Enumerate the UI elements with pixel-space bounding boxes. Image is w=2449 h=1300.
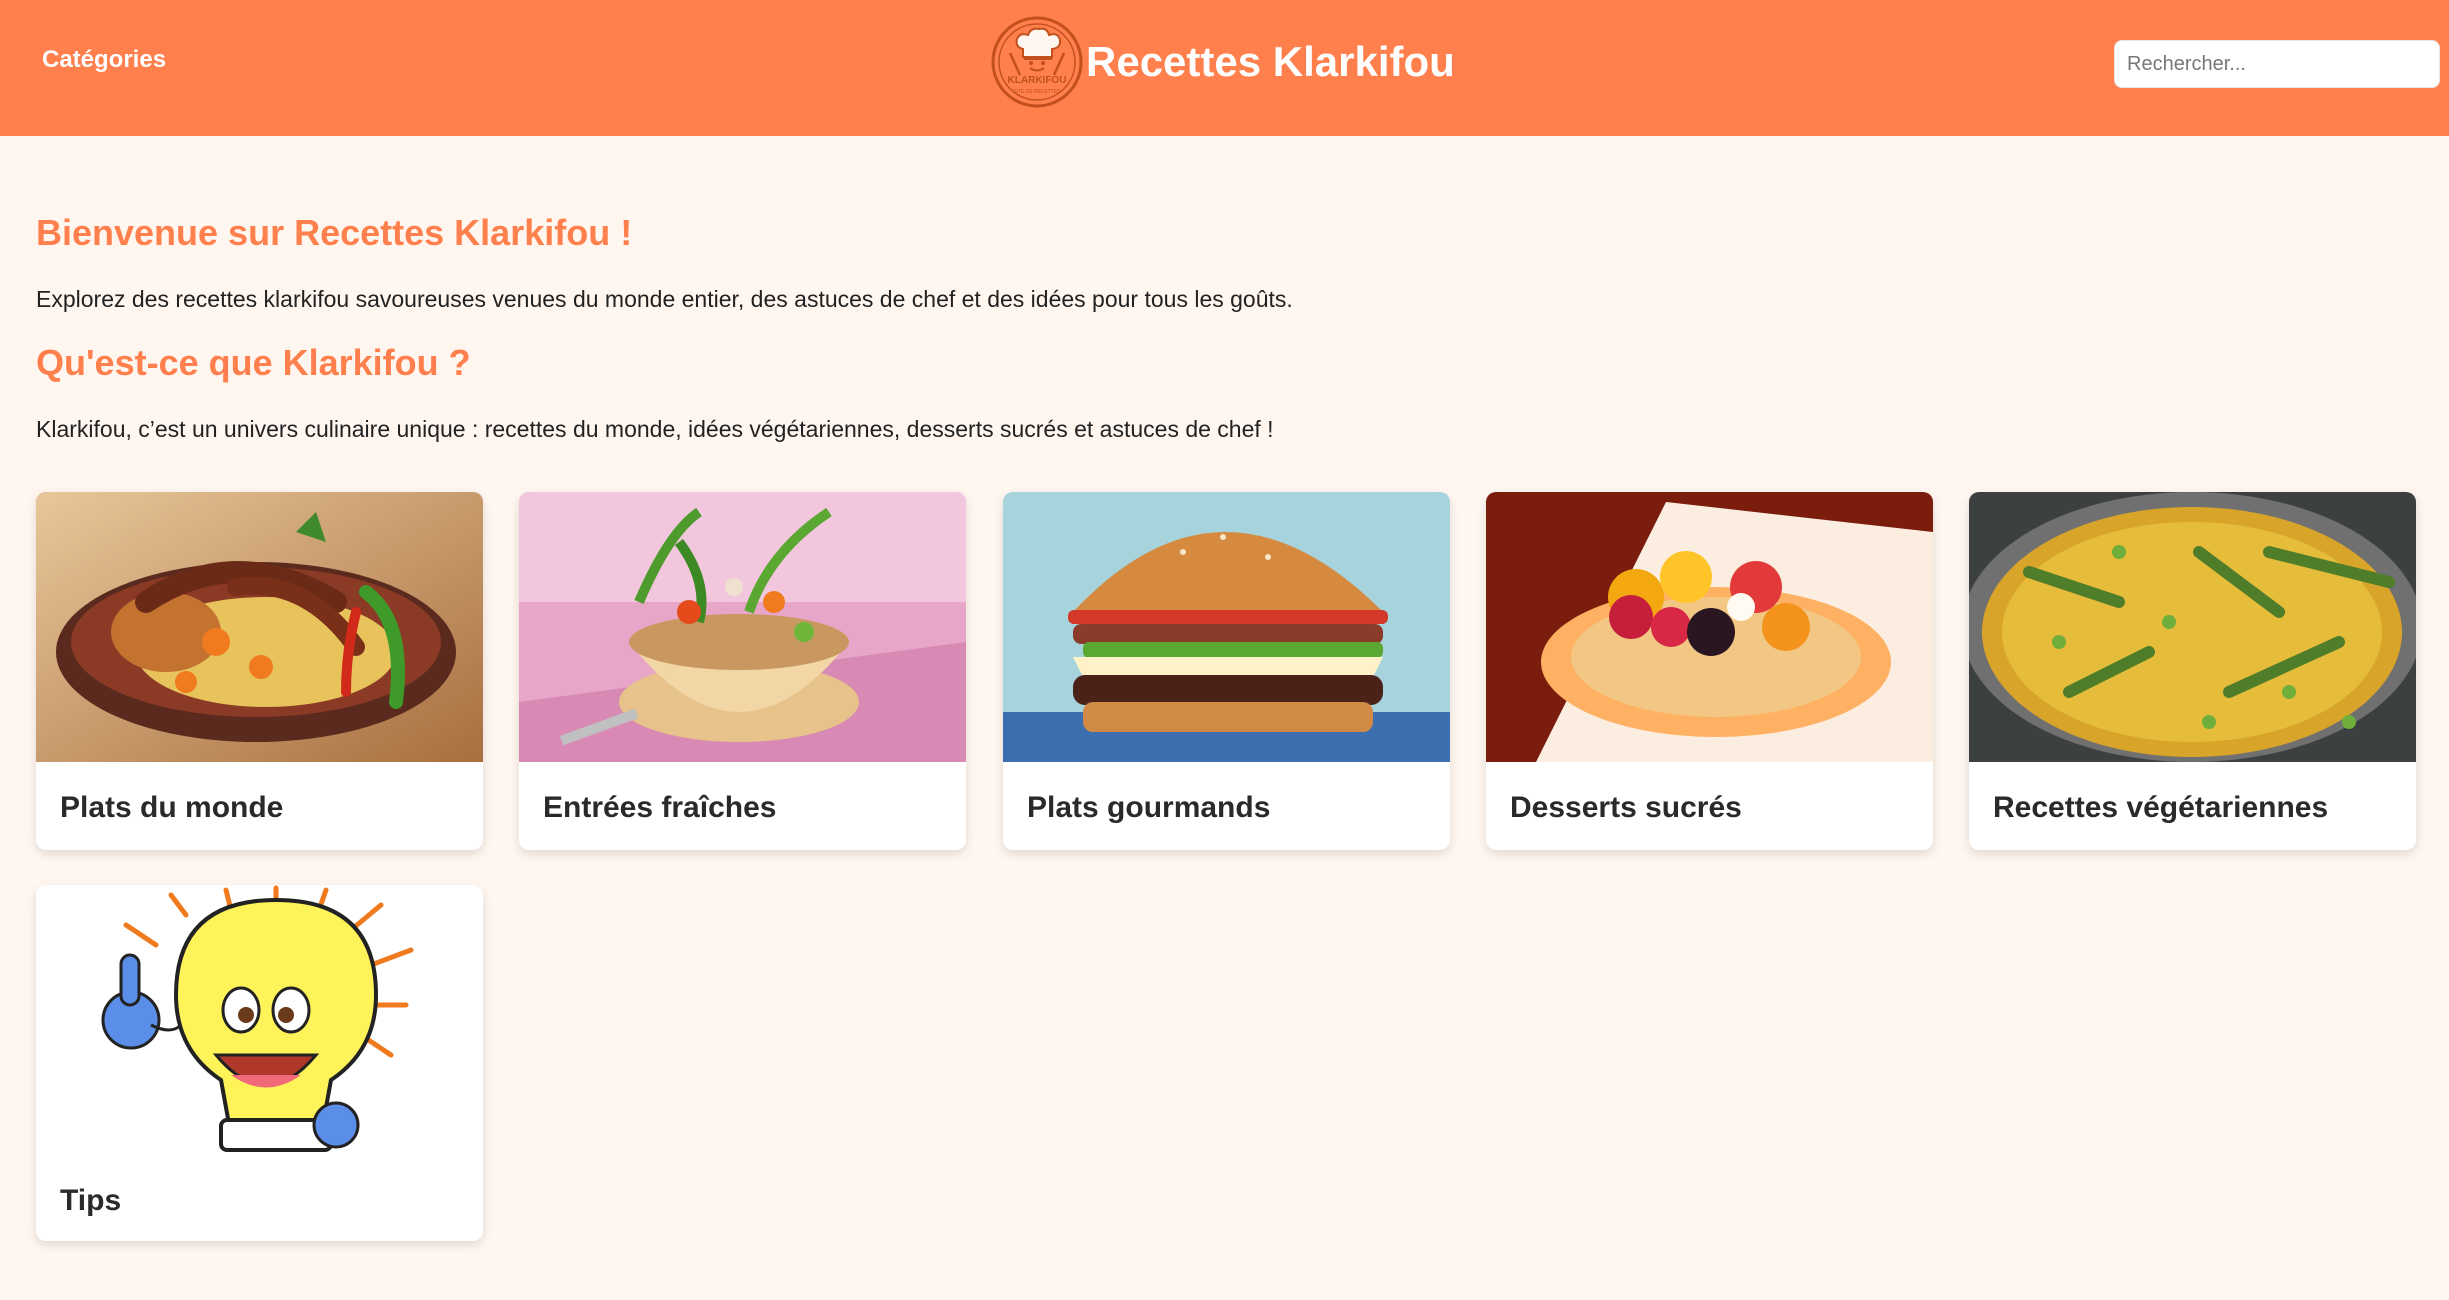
brand[interactable]: KLARKIFOU SITE DE RECETTES Recettes Klar… — [990, 14, 1455, 110]
what-is-text: Klarkifou, c’est un univers culinaire un… — [36, 416, 1274, 442]
category-card-tips[interactable]: Tips — [36, 885, 483, 1241]
category-label: Plats gourmands — [1027, 791, 1271, 824]
site-header: Catégories KLARKIFOU SITE DE RECETTES Re… — [0, 0, 2449, 136]
recettes-vegetariennes-image — [1969, 492, 2416, 762]
desserts-sucres-image — [1486, 492, 1933, 762]
plats-gourmands-image — [1003, 492, 1450, 762]
welcome-title: Bienvenue sur Recettes Klarkifou ! — [36, 212, 633, 253]
category-card-plats-du-monde[interactable]: Plats du monde — [36, 492, 483, 850]
site-title[interactable]: Recettes Klarkifou — [1086, 38, 1455, 86]
plats-du-monde-image — [36, 492, 483, 762]
logo-subtext: SITE DE RECETTES — [1013, 89, 1061, 95]
lightbulb-mascot-icon — [36, 885, 483, 1157]
entrees-fraiches-image — [519, 492, 966, 762]
search-input[interactable] — [2114, 40, 2440, 88]
welcome-text: Explorez des recettes klarkifou savoureu… — [36, 286, 1293, 312]
category-label: Plats du monde — [60, 791, 284, 824]
category-label: Recettes végétariennes — [1993, 791, 2329, 824]
category-card-recettes-vegetariennes[interactable]: Recettes végétariennes — [1969, 492, 2416, 850]
category-card-entrees-fraiches[interactable]: Entrées fraîches — [519, 492, 966, 850]
klarkifou-logo: KLARKIFOU SITE DE RECETTES — [991, 16, 1083, 108]
categories-menu-button[interactable]: Catégories — [42, 46, 166, 74]
category-label: Desserts sucrés — [1510, 791, 1742, 824]
category-card-desserts-sucres[interactable]: Desserts sucrés — [1486, 492, 1933, 850]
category-label: Entrées fraîches — [543, 791, 777, 824]
category-card-plats-gourmands[interactable]: Plats gourmands — [1003, 492, 1450, 850]
what-is-title: Qu'est-ce que Klarkifou ? — [36, 342, 471, 383]
category-label: Tips — [60, 1184, 122, 1217]
logo-text: KLARKIFOU — [1008, 75, 1067, 86]
